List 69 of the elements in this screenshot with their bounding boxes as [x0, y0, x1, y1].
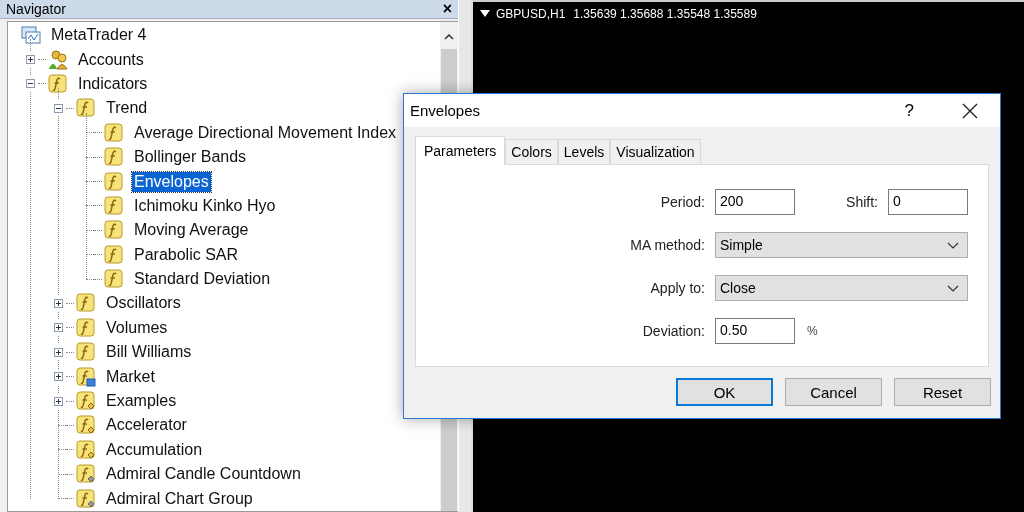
unit-label: % — [807, 324, 818, 338]
scroll-up-icon[interactable] — [444, 34, 454, 40]
function-icon — [76, 317, 96, 338]
function-icon — [76, 342, 96, 363]
dialog-title: Envelopes — [410, 102, 481, 119]
tree-item[interactable]: Indicators — [76, 73, 150, 94]
custom-function-icon — [76, 391, 96, 412]
field-label: Period: — [659, 194, 706, 210]
function-icon — [104, 122, 124, 143]
function-icon — [76, 98, 96, 119]
tree-item[interactable]: Ichimoku Kinko Hyo — [132, 195, 278, 216]
dropdown-icon[interactable] — [480, 10, 490, 18]
field-label: Shift: — [845, 194, 879, 210]
tree-item[interactable]: Accumulation — [104, 439, 205, 460]
tree-item[interactable]: Oscillators — [104, 293, 183, 314]
tree-item[interactable]: Standard Deviation — [132, 269, 273, 290]
chevron-down-icon — [947, 284, 959, 292]
tree-item[interactable]: Envelopes — [132, 171, 211, 192]
tree-item[interactable]: Bollinger Bands — [132, 147, 249, 168]
input-field[interactable]: 0.50 — [715, 318, 795, 344]
function-icon — [104, 171, 124, 192]
function-icon — [76, 293, 96, 314]
function-icon — [48, 73, 68, 94]
tab[interactable]: Colors — [505, 139, 558, 164]
dropdown[interactable]: Close — [715, 275, 968, 301]
field-label: Apply to: — [649, 280, 706, 296]
input-field[interactable]: 200 — [715, 189, 795, 215]
chart-prices: 1.35639 1.35688 1.35548 1.35589 — [573, 7, 757, 21]
function-icon — [104, 269, 124, 290]
function-icon — [104, 220, 124, 241]
tree-item[interactable]: Volumes — [104, 317, 170, 338]
custom-function-icon — [76, 488, 96, 509]
chevron-down-icon — [947, 241, 959, 249]
tree-item[interactable]: Accounts — [76, 49, 146, 70]
tree-item[interactable]: Examples — [104, 391, 179, 412]
dialog-button[interactable]: Cancel — [785, 378, 882, 406]
help-button[interactable]: ? — [904, 100, 914, 121]
market-indicator-icon — [76, 366, 96, 387]
close-icon[interactable] — [962, 102, 978, 119]
function-icon — [104, 195, 124, 216]
field-label: Deviation: — [641, 323, 706, 339]
tree-item[interactable]: MetaTrader 4 — [49, 25, 149, 46]
custom-function-icon — [76, 415, 96, 436]
tree-item[interactable]: Market — [104, 366, 157, 387]
field-label: MA method: — [629, 237, 706, 253]
dialog-button[interactable]: OK — [676, 378, 773, 406]
tab[interactable]: Visualization — [610, 139, 701, 164]
tab[interactable]: Levels — [557, 139, 611, 164]
tree-item[interactable]: Average Directional Movement Index — [132, 122, 399, 143]
tree-item[interactable]: Admiral Chart Group — [104, 488, 255, 509]
tree-item[interactable]: Trend — [104, 98, 150, 119]
tree-item[interactable]: Admiral Candle Countdown — [104, 464, 303, 485]
function-icon — [104, 244, 124, 265]
dropdown[interactable]: Simple — [715, 232, 968, 258]
panel-title: Navigator — [6, 1, 66, 17]
tree-item[interactable]: Parabolic SAR — [132, 244, 241, 265]
tree-item[interactable]: Moving Average — [132, 220, 251, 241]
close-button[interactable]: × — [442, 0, 452, 18]
tab[interactable]: Parameters — [415, 136, 506, 165]
dialog-button[interactable]: Reset — [894, 378, 991, 406]
custom-function-icon — [76, 439, 96, 460]
tree-item[interactable]: Bill Williams — [104, 342, 194, 363]
input-field[interactable]: 0 — [888, 189, 968, 215]
people-icon — [48, 49, 68, 70]
function-icon — [104, 147, 124, 168]
chart-symbol: GBPUSD,H1 — [496, 7, 566, 21]
terminal-icon — [21, 25, 41, 46]
custom-function-icon — [76, 464, 96, 485]
tree-item[interactable]: Accelerator — [104, 415, 189, 436]
